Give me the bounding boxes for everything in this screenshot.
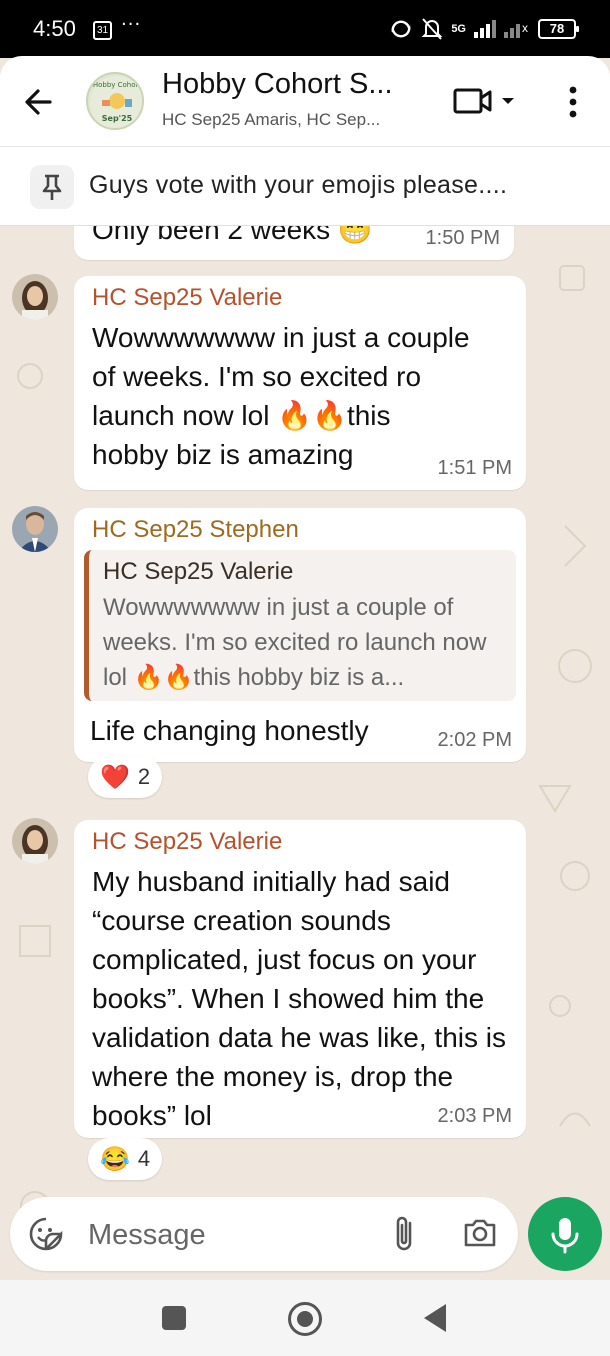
laughing-emoji: 😂: [100, 1145, 130, 1173]
system-navigation-bar: [0, 1280, 610, 1356]
message-bubble[interactable]: HC Sep25 Valerie My husband initially ha…: [74, 820, 526, 1138]
message-sender: HC Sep25 Valerie: [92, 284, 283, 311]
home-button[interactable]: [288, 1302, 322, 1336]
recents-button[interactable]: [162, 1306, 186, 1330]
pinned-message-bar[interactable]: Guys vote with your emojis please....: [0, 146, 610, 226]
attach-button[interactable]: [390, 1213, 420, 1255]
avatar-stephen[interactable]: [12, 506, 58, 552]
chat-title[interactable]: Hobby Cohort S...: [162, 68, 393, 101]
status-bar: 4:50 31 ··· 5G x 78: [0, 0, 610, 58]
quoted-sender: HC Sep25 Valerie: [103, 558, 294, 585]
camera-icon: [464, 1219, 496, 1247]
message-time: 1:50 PM: [425, 227, 500, 249]
quoted-message[interactable]: HC Sep25 Valerie Wowwwwwww in just a cou…: [84, 550, 516, 701]
message-bubble-reply[interactable]: HC Sep25 Stephen HC Sep25 Valerie Wowwww…: [74, 508, 526, 762]
avatar-text-top: Hobby Cohort: [93, 81, 142, 89]
battery-icon: 78: [538, 19, 579, 39]
voice-message-button[interactable]: [528, 1197, 602, 1271]
sticker-icon: [29, 1217, 63, 1251]
arrow-left-icon: [25, 89, 52, 115]
pinned-message-text: Guys vote with your emojis please....: [89, 171, 508, 199]
message-sender: HC Sep25 Stephen: [92, 516, 299, 543]
reaction-count: 4: [137, 1146, 151, 1171]
chat-area[interactable]: Only been 2 weeks 😁 1:50 PM HC Sep25 Val…: [0, 226, 610, 1280]
chat-header: Hobby Cohort Sep'25 Hobby Cohort S... HC…: [0, 56, 610, 146]
status-icons: 5G x 78: [389, 17, 579, 41]
group-logo-icon: Hobby Cohort Sep'25: [90, 76, 142, 128]
emoji-button[interactable]: [28, 1216, 64, 1252]
reaction-badge[interactable]: 😂 4: [88, 1138, 163, 1180]
message-input[interactable]: [88, 1217, 368, 1253]
chat-members[interactable]: HC Sep25 Amaris, HC Sep...: [162, 110, 380, 130]
reaction-badge[interactable]: ❤️ 2: [88, 756, 163, 798]
svg-text:x: x: [522, 21, 528, 35]
paperclip-icon: [396, 1216, 412, 1251]
message-text: Wowwwwwww in just a couple of weeks. I'm…: [92, 322, 470, 470]
avatar-valerie[interactable]: [12, 818, 58, 864]
status-time: 4:50: [33, 16, 76, 41]
signal-2-icon: x: [504, 21, 528, 38]
calendar-icon: 31: [93, 21, 112, 40]
avatar-text-bottom: Sep'25: [102, 114, 133, 123]
hotspot-icon: [391, 20, 411, 38]
more-options-button[interactable]: [560, 82, 586, 122]
mute-bell-icon: [421, 18, 443, 40]
reaction-count: 2: [137, 764, 151, 789]
microphone-icon: [551, 1218, 579, 1254]
more-notifications-icon: ···: [121, 14, 142, 35]
system-back-button[interactable]: [424, 1304, 446, 1332]
video-call-button[interactable]: [452, 84, 524, 120]
group-avatar[interactable]: Hobby Cohort Sep'25: [86, 72, 144, 130]
message-time: 2:02 PM: [437, 729, 512, 751]
video-camera-icon: [453, 88, 514, 114]
avatar-valerie[interactable]: [12, 274, 58, 320]
heart-emoji: ❤️: [100, 763, 130, 791]
pin-icon: [30, 165, 74, 209]
message-text: Only been 2 weeks 😁: [92, 226, 373, 245]
network-label: 5G: [451, 23, 466, 35]
message-bubble[interactable]: HC Sep25 Valerie Wowwwwwww in just a cou…: [74, 276, 526, 490]
message-bubble-partial[interactable]: Only been 2 weeks 😁 1:50 PM: [74, 226, 514, 260]
message-sender: HC Sep25 Valerie: [92, 828, 283, 855]
message-text: My husband initially had said “course cr…: [92, 866, 506, 1131]
signal-icon: [474, 20, 496, 38]
message-time: 2:03 PM: [437, 1105, 512, 1127]
camera-button[interactable]: [462, 1215, 498, 1251]
more-vertical-icon: [569, 86, 577, 118]
message-time: 1:51 PM: [437, 457, 512, 479]
message-composer: [10, 1197, 518, 1271]
quoted-text: Wowwwwwww in just a couple of weeks. I'm…: [103, 594, 487, 691]
back-button[interactable]: [20, 82, 60, 122]
